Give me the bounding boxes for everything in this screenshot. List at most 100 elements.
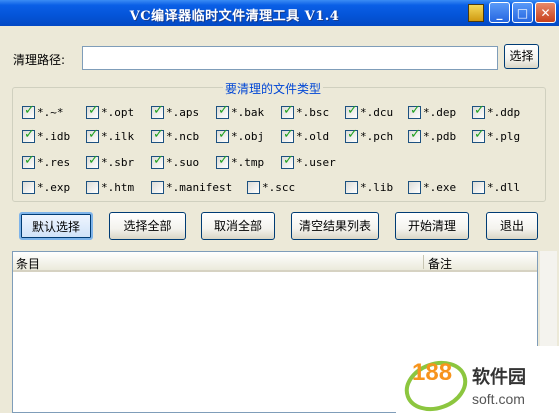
checkmark-icon: ✓ xyxy=(410,103,421,118)
checkmark-icon: ✓ xyxy=(474,127,485,142)
checkbox-checked-icon[interactable]: ✓ xyxy=(86,153,99,169)
checkbox-checked-icon[interactable]: ✓ xyxy=(281,103,294,119)
filetype-label: *.user xyxy=(296,156,336,169)
clear-results-button[interactable]: 清空结果列表 xyxy=(291,212,379,240)
checkbox-checked-icon[interactable]: ✓ xyxy=(86,103,99,119)
checkmark-icon: ✓ xyxy=(218,127,229,142)
checkmark-icon: ✓ xyxy=(347,127,358,142)
filetype-label: *.~* xyxy=(37,106,64,119)
filetype-label: *.ddp xyxy=(487,106,521,119)
column-note[interactable]: 备注 xyxy=(428,255,452,272)
checkbox-checked-icon[interactable]: ✓ xyxy=(22,103,35,119)
watermark-number: 188 xyxy=(412,359,452,386)
cancel-all-button[interactable]: 取消全部 xyxy=(201,212,275,240)
filetype-label: *.old xyxy=(296,130,330,143)
filetype-label: *.ncb xyxy=(166,130,200,143)
checkbox-checked-icon[interactable]: ✓ xyxy=(22,127,35,143)
checkmark-icon: ✓ xyxy=(24,153,35,168)
checkbox-unchecked-icon[interactable] xyxy=(247,181,260,194)
checkbox-checked-icon[interactable]: ✓ xyxy=(151,153,164,169)
checkbox-checked-icon[interactable]: ✓ xyxy=(472,103,485,119)
checkbox-checked-icon[interactable]: ✓ xyxy=(281,127,294,143)
checkbox-checked-icon[interactable]: ✓ xyxy=(345,127,358,143)
watermark-logo: 188 软件园 soft.com xyxy=(396,346,559,413)
checkmark-icon: ✓ xyxy=(218,153,229,168)
close-button[interactable]: ✕ xyxy=(535,2,556,23)
checkmark-icon: ✓ xyxy=(283,153,294,168)
checkmark-icon: ✓ xyxy=(283,103,294,118)
filetype-label: *.htm xyxy=(101,181,135,194)
checkbox-checked-icon[interactable]: ✓ xyxy=(216,103,229,119)
checkbox-checked-icon[interactable]: ✓ xyxy=(22,153,35,169)
browse-button[interactable]: 选择 xyxy=(504,44,539,69)
checkbox-checked-icon[interactable]: ✓ xyxy=(281,153,294,169)
filetype-label: *.manifest xyxy=(166,181,233,194)
filetype-label: *.opt xyxy=(101,106,135,119)
checkmark-icon: ✓ xyxy=(347,103,358,118)
filetype-label: *.pch xyxy=(360,130,394,143)
results-header: 条目 备注 xyxy=(13,252,537,272)
filetype-label: *.exp xyxy=(37,181,71,194)
checkbox-unchecked-icon[interactable] xyxy=(408,181,421,194)
checkbox-checked-icon[interactable]: ✓ xyxy=(345,103,358,119)
checkbox-checked-icon[interactable]: ✓ xyxy=(216,127,229,143)
filetype-label: *.exe xyxy=(423,181,457,194)
filetype-group-title: 要清理的文件类型 xyxy=(223,80,324,97)
watermark-domain: soft.com xyxy=(472,391,525,407)
checkmark-icon: ✓ xyxy=(153,127,164,142)
filetype-label: *.lib xyxy=(360,181,394,194)
select-all-button[interactable]: 选择全部 xyxy=(109,212,186,240)
checkmark-icon: ✓ xyxy=(218,103,229,118)
minimize-button[interactable]: _ xyxy=(489,2,510,23)
default-select-button[interactable]: 默认选择 xyxy=(19,212,93,240)
checkmark-icon: ✓ xyxy=(88,153,99,168)
checkmark-icon: ✓ xyxy=(88,127,99,142)
checkmark-icon: ✓ xyxy=(88,103,99,118)
checkbox-unchecked-icon[interactable] xyxy=(345,181,358,194)
filetype-label: *.bsc xyxy=(296,106,330,119)
checkmark-icon: ✓ xyxy=(283,127,294,142)
path-label: 清理路径: xyxy=(13,53,66,67)
filetype-label: *.dll xyxy=(487,181,521,194)
checkbox-checked-icon[interactable]: ✓ xyxy=(151,127,164,143)
checkbox-checked-icon[interactable]: ✓ xyxy=(151,103,164,119)
checkmark-icon: ✓ xyxy=(153,153,164,168)
checkmark-icon: ✓ xyxy=(153,103,164,118)
filetype-label: *.aps xyxy=(166,106,200,119)
checkbox-checked-icon[interactable]: ✓ xyxy=(472,127,485,143)
checkbox-unchecked-icon[interactable] xyxy=(151,181,164,194)
checkbox-checked-icon[interactable]: ✓ xyxy=(408,127,421,143)
filetype-label: *.bak xyxy=(231,106,265,119)
exit-button[interactable]: 退出 xyxy=(486,212,538,240)
filetype-label: *.ilk xyxy=(101,130,135,143)
filetype-label: *.idb xyxy=(37,130,71,143)
checkmark-icon: ✓ xyxy=(24,103,35,118)
filetype-label: *.pdb xyxy=(423,130,457,143)
filetype-label: *.dep xyxy=(423,106,457,119)
app-icon xyxy=(468,4,484,22)
checkmark-icon: ✓ xyxy=(410,127,421,142)
checkbox-checked-icon[interactable]: ✓ xyxy=(86,127,99,143)
checkbox-unchecked-icon[interactable] xyxy=(86,181,99,194)
checkbox-unchecked-icon[interactable] xyxy=(472,181,485,194)
checkbox-checked-icon[interactable]: ✓ xyxy=(216,153,229,169)
filetype-label: *.scc xyxy=(262,181,296,194)
checkbox-checked-icon[interactable]: ✓ xyxy=(408,103,421,119)
filetype-label: *.plg xyxy=(487,130,521,143)
title-bar[interactable]: VC编译器临时文件清理工具 V1.4 _ □ ✕ xyxy=(0,0,559,26)
maximize-button[interactable]: □ xyxy=(512,2,533,23)
filetype-label: *.sbr xyxy=(101,156,135,169)
filetype-label: *.dcu xyxy=(360,106,394,119)
checkbox-unchecked-icon[interactable] xyxy=(22,181,35,194)
main-window: VC编译器临时文件清理工具 V1.4 _ □ ✕ 清理路径: 选择 要清理的文件… xyxy=(0,0,559,413)
filetype-label: *.suo xyxy=(166,156,200,169)
checkmark-icon: ✓ xyxy=(474,103,485,118)
column-divider[interactable] xyxy=(423,255,424,269)
column-item[interactable]: 条目 xyxy=(16,255,40,272)
start-clean-button[interactable]: 开始清理 xyxy=(395,212,469,240)
filetype-label: *.res xyxy=(37,156,71,169)
filetype-label: *.obj xyxy=(231,130,265,143)
path-input[interactable] xyxy=(82,46,498,70)
checkmark-icon: ✓ xyxy=(24,127,35,142)
watermark-cn: 软件园 xyxy=(472,366,526,388)
